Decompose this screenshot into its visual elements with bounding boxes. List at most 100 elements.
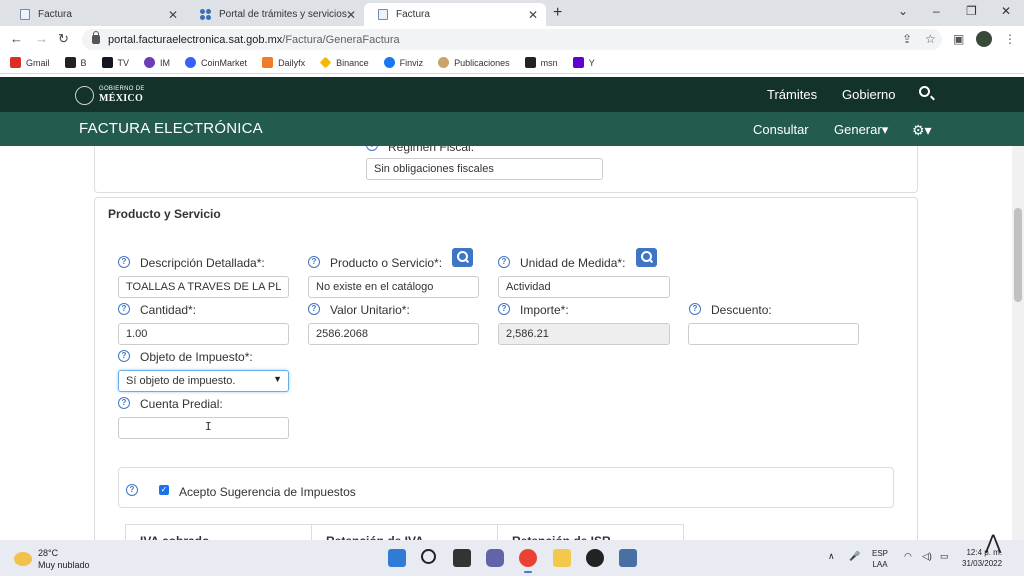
help-icon[interactable]: ? bbox=[689, 303, 701, 315]
help-icon[interactable]: ? bbox=[308, 303, 320, 315]
gobierno-header: GOBIERNO DE MÉXICO Trámites Gobierno bbox=[0, 77, 1024, 112]
producto-label: Producto o Servicio*: bbox=[330, 256, 443, 270]
generar-dropdown[interactable]: Generar▾ bbox=[834, 122, 888, 138]
help-icon[interactable]: ? bbox=[118, 350, 130, 362]
chevron-up-icon[interactable]: ∧ bbox=[828, 551, 835, 562]
bookmark-im[interactable]: IM bbox=[144, 57, 170, 68]
close-icon[interactable]: ✕ bbox=[346, 8, 356, 22]
help-icon[interactable]: ? bbox=[498, 303, 510, 315]
bookmark-label: B bbox=[80, 57, 87, 68]
descuento-input[interactable] bbox=[688, 323, 859, 345]
table-header-iva: IVA cobrado bbox=[125, 524, 312, 540]
help-icon[interactable]: ? bbox=[118, 303, 130, 315]
cuenta-predial-input[interactable] bbox=[118, 417, 289, 439]
restore-icon[interactable]: ❐ bbox=[966, 4, 977, 18]
scrollbar-thumb[interactable] bbox=[1014, 208, 1022, 302]
date: 31/03/2022 bbox=[962, 559, 1003, 568]
bookmark-msn[interactable]: msn bbox=[524, 57, 558, 68]
profile-avatar[interactable] bbox=[976, 31, 992, 47]
b-icon bbox=[64, 57, 76, 68]
bookmark-publicaciones[interactable]: Publicaciones bbox=[438, 57, 510, 68]
help-icon[interactable]: ? bbox=[126, 484, 138, 496]
cantidad-input[interactable]: 1.00 bbox=[118, 323, 289, 345]
producto-input[interactable]: No existe en el catálogo bbox=[308, 276, 479, 298]
language-indicator[interactable]: ESP LAA bbox=[872, 548, 888, 570]
tab-label: Factura bbox=[396, 9, 430, 20]
unidad-search-button[interactable] bbox=[636, 248, 657, 267]
nav-tramites[interactable]: Trámites bbox=[767, 87, 817, 102]
search-icon[interactable] bbox=[919, 86, 930, 97]
bookmark-coinmarket[interactable]: CoinMarket bbox=[185, 57, 247, 68]
gobierno-logo[interactable]: GOBIERNO DE MÉXICO bbox=[75, 85, 145, 105]
importe-label: Importe*: bbox=[520, 303, 569, 317]
document-icon bbox=[378, 9, 388, 20]
cloud-icon bbox=[14, 552, 32, 566]
bookmark-star-icon[interactable]: ☆ bbox=[925, 32, 936, 46]
help-icon[interactable]: ? bbox=[498, 256, 510, 268]
producto-search-button[interactable] bbox=[452, 248, 473, 267]
importe-input: 2,586.21 bbox=[498, 323, 670, 345]
microphone-icon[interactable]: 🎤 bbox=[849, 551, 860, 562]
bookmark-dailyfx[interactable]: Dailyfx bbox=[262, 57, 305, 68]
url-host: portal.facturaelectronica.sat.gob.mx bbox=[108, 33, 283, 46]
bookmark-binance[interactable]: Binance bbox=[319, 56, 369, 69]
windows-start-icon[interactable] bbox=[388, 549, 406, 567]
bookmark-tv[interactable]: TV bbox=[101, 57, 129, 68]
teams-icon[interactable] bbox=[486, 549, 504, 567]
descripcion-input[interactable]: TOALLAS A TRAVES DE LA PL bbox=[118, 276, 289, 298]
sugerencia-label: Acepto Sugerencia de Impuestos bbox=[179, 485, 356, 499]
browser-tab-factura-active[interactable]: Factura ✕ bbox=[364, 3, 546, 26]
close-icon[interactable]: ✕ bbox=[528, 8, 538, 22]
file-explorer-icon[interactable] bbox=[553, 549, 571, 567]
wifi-icon[interactable]: ◠ bbox=[904, 551, 912, 562]
browser-tab-portal[interactable]: Portal de trámites y servicios - SA ✕ bbox=[186, 3, 364, 26]
bookmark-finviz[interactable]: Finviz bbox=[383, 57, 423, 68]
objeto-impuesto-select[interactable]: Sí objeto de impuesto. ▼ bbox=[118, 370, 289, 392]
volume-icon[interactable]: ◁) bbox=[922, 551, 932, 562]
browser-tab-strip: Factura ✕ Portal de trámites y servicios… bbox=[0, 0, 1024, 26]
bookmark-gmail[interactable]: Gmail bbox=[10, 57, 50, 68]
nav-gobierno[interactable]: Gobierno bbox=[842, 87, 895, 102]
tab-search-icon[interactable]: ⌄ bbox=[898, 4, 908, 18]
close-window-icon[interactable]: ✕ bbox=[1001, 4, 1011, 18]
share-icon[interactable]: ⇪ bbox=[902, 32, 912, 46]
bookmark-label: CoinMarket bbox=[201, 57, 248, 68]
chrome-icon[interactable] bbox=[519, 549, 537, 573]
regimen-field[interactable]: Sin obligaciones fiscales bbox=[366, 158, 603, 180]
side-panel-icon[interactable]: ▣ bbox=[953, 32, 964, 46]
weather-condition: Muy nublado bbox=[38, 560, 90, 570]
minimize-icon[interactable]: – bbox=[933, 4, 940, 18]
tab-label: Factura bbox=[38, 9, 72, 20]
browser-tab-factura-1[interactable]: Factura ✕ bbox=[6, 3, 186, 26]
new-tab-icon[interactable]: + bbox=[553, 4, 562, 22]
bookmark-b[interactable]: B bbox=[64, 57, 87, 68]
menu-kebab-icon[interactable]: ⋮ bbox=[1004, 32, 1016, 46]
logo-text: GOBIERNO DE MÉXICO bbox=[99, 85, 145, 105]
bookmark-yahoo[interactable]: Y bbox=[572, 57, 595, 68]
consultar-link[interactable]: Consultar bbox=[753, 122, 809, 137]
url-bar[interactable]: portal.facturaelectronica.sat.gob.mx/Fac… bbox=[82, 29, 942, 50]
unidad-input[interactable]: Actividad bbox=[498, 276, 670, 298]
forward-icon[interactable]: → bbox=[35, 31, 48, 46]
gear-icon[interactable]: ⚙▾ bbox=[912, 122, 932, 139]
calculator-icon[interactable] bbox=[619, 549, 637, 567]
app-icon[interactable] bbox=[586, 549, 604, 567]
help-icon[interactable]: ? bbox=[308, 256, 320, 268]
help-icon[interactable]: ? bbox=[118, 397, 130, 409]
task-view-icon[interactable] bbox=[453, 549, 471, 567]
sugerencia-checkbox[interactable]: ✓ bbox=[159, 485, 169, 495]
page-scrollbar[interactable] bbox=[1012, 146, 1024, 540]
page-title[interactable]: FACTURA ELECTRÓNICA bbox=[79, 120, 263, 137]
windows-taskbar: 28°C Muy nublado ∧ 🎤 ESP LAA ◠ ◁) ▭ 12:4… bbox=[0, 540, 1024, 576]
back-icon[interactable]: ← bbox=[10, 31, 23, 46]
search-icon[interactable] bbox=[421, 549, 436, 564]
battery-icon[interactable]: ▭ bbox=[940, 551, 949, 562]
close-icon[interactable]: ✕ bbox=[168, 8, 178, 22]
reload-icon[interactable]: ↻ bbox=[58, 31, 69, 47]
valor-unitario-input[interactable]: 2586.2068 bbox=[308, 323, 479, 345]
logo-mark-icon: ⋀ bbox=[985, 532, 1002, 554]
lang-top: ESP bbox=[872, 549, 889, 558]
objeto-impuesto-label: Objeto de Impuesto*: bbox=[140, 350, 253, 364]
weather-widget[interactable]: 28°C Muy nublado bbox=[14, 547, 90, 571]
help-icon[interactable]: ? bbox=[118, 256, 130, 268]
